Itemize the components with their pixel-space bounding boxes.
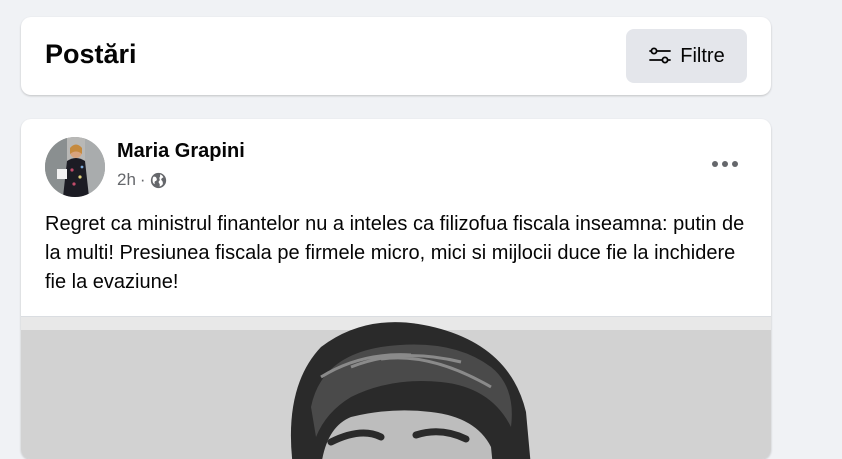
post-image[interactable]	[21, 316, 771, 459]
author-name[interactable]: Maria Grapini	[117, 140, 245, 163]
post-options-button[interactable]	[707, 151, 743, 177]
post-meta: 2h ·	[117, 170, 167, 190]
avatar-photo	[45, 137, 105, 197]
filters-button[interactable]: Filtre	[626, 29, 747, 83]
sliders-icon	[649, 47, 672, 64]
meta-separator: ·	[139, 170, 146, 189]
filters-label: Filtre	[680, 44, 725, 67]
more-horizontal-icon	[712, 161, 738, 167]
portrait-photo	[21, 317, 771, 459]
posts-header-card: Postări Filtre	[21, 17, 771, 95]
author-avatar[interactable]	[45, 137, 105, 197]
globe-icon[interactable]	[150, 172, 167, 189]
post-time[interactable]: 2h	[117, 170, 136, 190]
post-card: Maria Grapini 2h · Regret ca ministrul f…	[21, 119, 771, 459]
post-text: Regret ca ministrul finantelor nu a inte…	[45, 213, 745, 293]
posts-title: Postări	[45, 39, 137, 69]
